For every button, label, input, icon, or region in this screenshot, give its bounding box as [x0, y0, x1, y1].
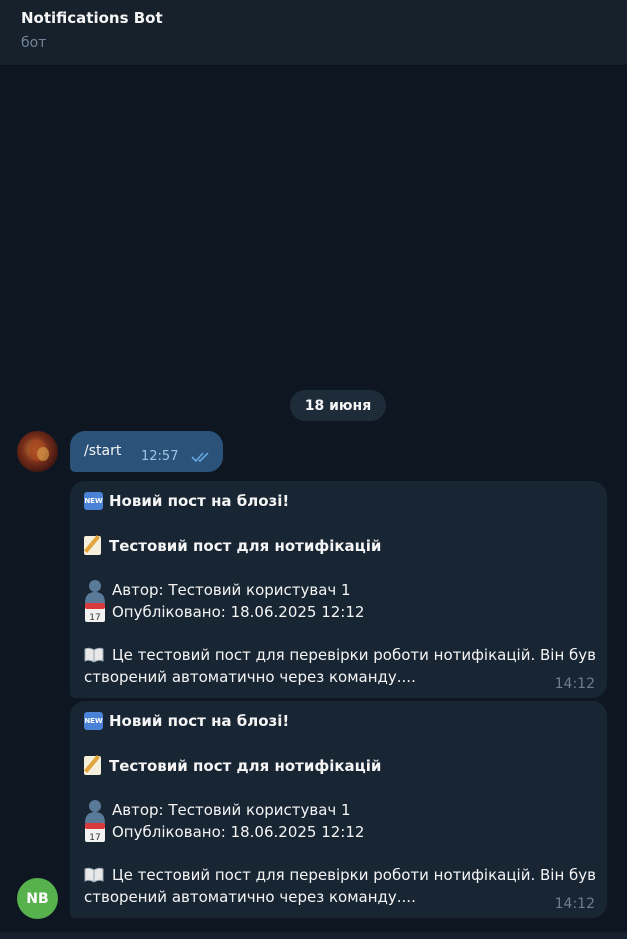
date-separator[interactable]: 18 июня [290, 390, 386, 421]
post-title-line: Тестовий пост для нотифікацій [84, 536, 381, 555]
new-button-icon: NEW [84, 712, 103, 730]
outgoing-message[interactable]: /start 12:57 [70, 431, 223, 472]
new-button-icon: NEW [84, 492, 103, 510]
chat-subtitle: бот [21, 35, 47, 51]
post-excerpt-continued: створений автоматично через команду.... [84, 888, 416, 906]
open-book-icon [84, 647, 104, 663]
post-author: Автор: Тестовий користувач 1 [112, 801, 351, 819]
post-author: Автор: Тестовий користувач 1 [112, 581, 351, 599]
user-avatar[interactable] [17, 431, 58, 472]
memo-icon [84, 536, 101, 555]
post-title-line: Тестовий пост для нотифікацій [84, 756, 381, 775]
message-heading-line: NEW Новий пост на блозі! [84, 712, 289, 730]
post-excerpt-continued: створений автоматично через команду.... [84, 668, 416, 686]
message-heading-line: NEW Новий пост на блозі! [84, 492, 289, 510]
bot-avatar[interactable]: NB [17, 878, 58, 919]
post-title: Тестовий пост для нотифікацій [109, 536, 382, 555]
message-time: 14:12 [554, 676, 595, 692]
message-time: 12:57 [141, 449, 179, 464]
svg-text:17: 17 [89, 833, 100, 843]
post-published: Опубліковано: 18.06.2025 12:12 [112, 823, 365, 841]
message-heading: Новий пост на блозі! [109, 492, 290, 510]
composer-edge [0, 932, 627, 939]
calendar-icon: 17 [85, 823, 105, 843]
post-excerpt: Це тестовий пост для перевірки роботи но… [112, 646, 597, 664]
chat-header[interactable]: Notifications Bot бот [0, 0, 627, 66]
message-heading: Новий пост на блозі! [109, 712, 290, 730]
post-excerpt-line: Це тестовий пост для перевірки роботи но… [84, 646, 596, 664]
post-title: Тестовий пост для нотифікацій [109, 756, 382, 775]
chat-title[interactable]: Notifications Bot [21, 9, 163, 27]
memo-icon [84, 756, 101, 775]
post-published: Опубліковано: 18.06.2025 12:12 [112, 603, 365, 621]
post-excerpt-line: Це тестовий пост для перевірки роботи но… [84, 866, 596, 884]
incoming-message[interactable]: NEW Новий пост на блозі! Тестовий пост д… [70, 701, 607, 918]
open-book-icon [84, 867, 104, 883]
post-excerpt: Це тестовий пост для перевірки роботи но… [112, 866, 597, 884]
svg-text:17: 17 [89, 613, 100, 623]
avatar-image-shape [37, 447, 49, 461]
person-silhouette-icon [85, 800, 105, 823]
person-silhouette-icon [85, 580, 105, 603]
incoming-message[interactable]: NEW Новий пост на блозі! Тестовий пост д… [70, 481, 607, 698]
double-check-icon [191, 452, 209, 463]
calendar-icon: 17 [85, 603, 105, 623]
message-time: 14:12 [554, 896, 595, 912]
message-text: /start [84, 443, 122, 459]
